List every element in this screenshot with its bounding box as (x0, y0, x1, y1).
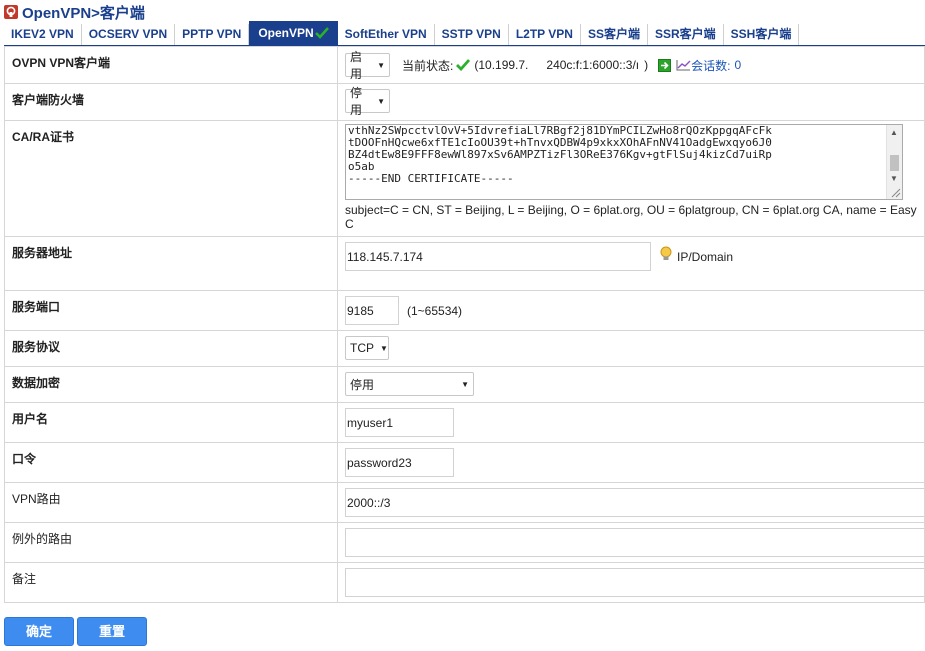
tab-l2tp[interactable]: L2TP VPN (509, 24, 581, 45)
tab-ikev2[interactable]: IKEV2 VPN (4, 24, 82, 45)
password-input[interactable] (345, 448, 454, 477)
chart-stats-icon[interactable] (676, 59, 691, 71)
server-hint: IP/Domain (677, 249, 734, 264)
password-label: 口令 (12, 452, 37, 466)
port-input[interactable] (345, 296, 399, 325)
note-input[interactable] (345, 568, 924, 597)
dropdown-arrow-icon: ▼ (461, 379, 469, 389)
cert-textarea[interactable]: vthNz2SWpcctvlOvV+5IdvrefiaLl7RBgf2j81DY… (345, 124, 903, 200)
lightbulb-icon (660, 246, 672, 260)
row-vpn-route: VPN路由 (4, 482, 925, 523)
openvpn-logo-icon (4, 5, 18, 19)
firewall-select[interactable]: 停用 ▼ (345, 86, 390, 117)
tab-ss-client[interactable]: SS客户端 (581, 24, 648, 45)
client-enable-select[interactable]: 启用 ▼ (345, 50, 390, 81)
row-firewall: 客户端防火墙 停用 ▼ (4, 83, 925, 121)
row-username: 用户名 (4, 402, 925, 443)
tab-ocserv[interactable]: OCSERV VPN (82, 24, 176, 45)
tab-openvpn[interactable]: OpenVPN (249, 21, 338, 45)
resize-handle-icon[interactable] (889, 186, 901, 198)
tab-pptp[interactable]: PPTP VPN (175, 24, 250, 45)
port-label: 服务端口 (12, 300, 61, 314)
row-note: 备注 (4, 562, 925, 603)
confirm-button[interactable]: 确定 (4, 617, 74, 646)
cert-subject: subject=C = CN, ST = Beijing, L = Beijin… (345, 203, 917, 217)
scroll-up-arrow-icon[interactable]: ▲ (890, 128, 898, 137)
scroll-thumb[interactable] (890, 155, 899, 171)
cert-text: vthNz2SWpcctvlOvV+5IdvrefiaLl7RBgf2j81DY… (348, 125, 772, 185)
username-label: 用户名 (12, 412, 49, 426)
row-server: 服务器地址 IP/Domain (4, 236, 925, 291)
protocol-select[interactable]: TCP ▼ (345, 336, 389, 360)
row-client: OVPN VPN客户端 启用 ▼ 当前状态: (10.199.7. 240c:f:… (4, 46, 925, 84)
row-protocol: 服务协议 TCP ▼ (4, 330, 925, 367)
arrow-export-icon[interactable] (658, 58, 672, 72)
status-label: 当前状态: (402, 58, 454, 73)
server-address-input[interactable] (345, 242, 651, 271)
status-ok-check-icon (456, 59, 471, 71)
tab-softether[interactable]: SoftEther VPN (338, 24, 435, 45)
dropdown-arrow-icon: ▼ (380, 343, 388, 353)
dropdown-arrow-icon: ▼ (377, 60, 385, 70)
scroll-down-arrow-icon[interactable]: ▼ (890, 174, 898, 183)
vpn-route-label: VPN路由 (12, 492, 61, 506)
tab-sstp[interactable]: SSTP VPN (435, 24, 509, 45)
client-label: OVPN VPN客户端 (12, 56, 111, 70)
status-ipv6: 240c:f:1:6000::3/ı (546, 58, 640, 72)
tab-bar: IKEV2 VPN OCSERV VPN PPTP VPN OpenVPN So… (4, 20, 925, 46)
dropdown-arrow-icon: ▼ (377, 96, 385, 106)
server-label: 服务器地址 (12, 246, 73, 260)
except-route-input[interactable] (345, 528, 924, 557)
tab-ssr-client[interactable]: SSR客户端 (648, 24, 724, 45)
settings-form: OVPN VPN客户端 启用 ▼ 当前状态: (10.199.7. 240c:f:… (4, 46, 925, 603)
username-input[interactable] (345, 408, 454, 437)
checkmark-icon (314, 27, 329, 39)
tab-ssh-client[interactable]: SSH客户端 (724, 24, 800, 45)
sessions-label[interactable]: 会话数: (691, 57, 730, 74)
page-title: OpenVPN>客户端 (4, 3, 145, 22)
row-except-route: 例外的路由 (4, 522, 925, 563)
row-cert: CA/RA证书 vthNz2SWpcctvlOvV+5IdvrefiaLl7RB… (4, 120, 925, 237)
row-port: 服务端口 (1~65534) (4, 290, 925, 331)
note-label: 备注 (12, 572, 37, 586)
status-ipv4: (10.199.7. (474, 58, 529, 72)
firewall-label: 客户端防火墙 (12, 93, 85, 107)
except-route-label: 例外的路由 (12, 532, 73, 546)
tab-openvpn-label: OpenVPN (258, 26, 314, 40)
vpn-route-input[interactable] (345, 488, 924, 517)
protocol-label: 服务协议 (12, 340, 61, 354)
reset-button[interactable]: 重置 (77, 617, 147, 646)
cert-label: CA/RA证书 (12, 130, 74, 144)
encryption-label: 数据加密 (12, 376, 61, 390)
port-hint: (1~65534) (407, 303, 463, 318)
row-encryption: 数据加密 停用 ▼ (4, 366, 925, 403)
cert-subject-cont: C (345, 217, 354, 231)
sessions-count[interactable]: 0 (734, 58, 741, 72)
encryption-select[interactable]: 停用 ▼ (345, 372, 474, 396)
row-password: 口令 (4, 442, 925, 483)
